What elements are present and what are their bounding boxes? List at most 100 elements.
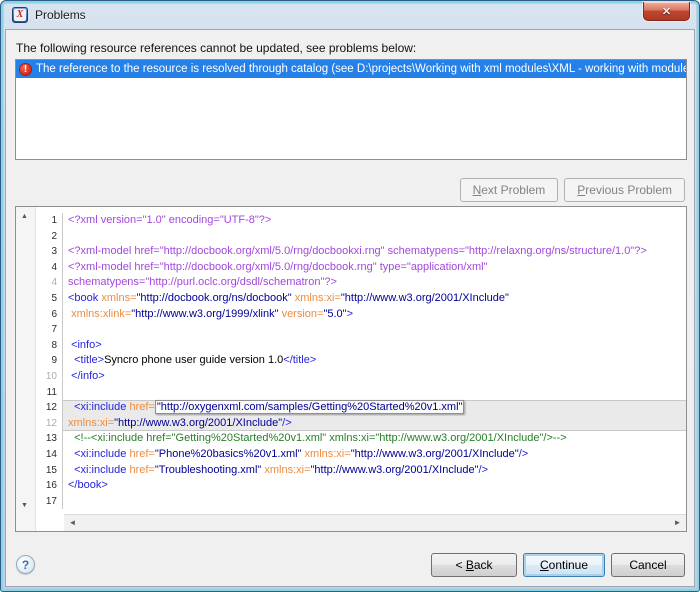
token-tag: <info> — [71, 339, 102, 351]
line-number: 15 — [37, 463, 63, 479]
titlebar[interactable]: X Problems ✕ — [1, 1, 699, 29]
editor-row[interactable]: 11 — [37, 385, 686, 401]
token-pi: schematypens="http://purl.oclc.org/dsdl/… — [68, 276, 337, 288]
editor-row[interactable]: 15 <xi:include href="Troubleshooting.xml… — [37, 463, 686, 479]
scroll-right-icon[interactable]: ► — [669, 515, 686, 531]
editor-fold-gutter: ▲ ▼ — [16, 207, 36, 531]
token-val: "Phone%20basics%20v1.xml" — [155, 448, 302, 460]
continue-button[interactable]: Continue — [523, 553, 605, 577]
code-line: schematypens="http://purl.oclc.org/dsdl/… — [63, 275, 686, 291]
editor-row[interactable]: 17 — [37, 494, 686, 510]
token-tag: /> — [519, 448, 528, 460]
error-icon: ! — [19, 63, 32, 76]
token-tag: <book — [68, 292, 101, 304]
editor-row[interactable]: 3 <?xml-model href="http://docbook.org/xm… — [37, 244, 686, 260]
close-button[interactable]: ✕ — [643, 2, 690, 21]
xml-source-editor[interactable]: ▲ ▼ 1<?xml version="1.0" encoding="UTF-8… — [15, 206, 687, 532]
editor-row[interactable]: 8 <info> — [37, 338, 686, 354]
scroll-left-icon[interactable]: ◄ — [64, 515, 81, 531]
line-number: 9 — [37, 353, 63, 369]
oxygen-app-icon: X — [12, 7, 28, 23]
next-problem-button[interactable]: Next Problem — [460, 178, 559, 202]
line-number: 8 — [37, 338, 63, 354]
line-number: 16 — [37, 478, 63, 494]
editor-row[interactable]: 9 <title>Syncro phone user guide version… — [37, 353, 686, 369]
line-number: 4 — [37, 260, 63, 276]
help-icon[interactable]: ? — [16, 555, 35, 574]
editor-row[interactable]: 6 xmlns:xlink="http://www.w3.org/1999/xl… — [37, 307, 686, 323]
code-line: <info> — [63, 338, 686, 354]
line-number: 3 — [37, 244, 63, 260]
line-number: 11 — [37, 385, 63, 401]
token-tag: /> — [479, 464, 488, 476]
token-attr: href= — [129, 448, 154, 460]
footer-bar: ? < Back Continue Cancel — [15, 553, 685, 577]
editor-row[interactable]: 16 </book> — [37, 478, 686, 494]
token-tag: </book> — [68, 479, 108, 491]
token-tag: </info> — [71, 370, 105, 382]
previous-problem-button[interactable]: Previous Problem — [564, 178, 685, 202]
token-tag: <title> — [74, 354, 104, 366]
line-number: 6 — [37, 307, 63, 323]
token-attr: xmlns:xlink= — [71, 308, 131, 320]
token-attr: version= — [282, 308, 324, 320]
problems-dialog: X Problems ✕ The following resource refe… — [0, 0, 700, 592]
line-number: 2 — [37, 229, 63, 245]
editor-row[interactable]: 1<?xml version="1.0" encoding="UTF-8"?> — [37, 213, 686, 229]
horizontal-scrollbar[interactable]: ◄ ► — [64, 514, 686, 531]
token-tag: <xi:include — [74, 448, 129, 460]
editor-row[interactable]: 12 <xi:include href="http://oxygenxml.co… — [37, 400, 686, 416]
code-line: <title>Syncro phone user guide version 1… — [63, 353, 686, 369]
code-line: <book xmlns="http://docbook.org/ns/docbo… — [63, 291, 686, 307]
line-number: 10 — [37, 369, 63, 385]
token-attr: xmlns:xi= — [305, 448, 351, 460]
editor-row[interactable]: 10 </info> — [37, 369, 686, 385]
token-val: "http://www.w3.org/2001/XInclude" — [311, 464, 479, 476]
fold-collapse-bottom-icon[interactable]: ▼ — [21, 502, 28, 509]
code-line: </book> — [63, 478, 686, 494]
code-line: <xi:include href="Troubleshooting.xml" x… — [63, 463, 686, 479]
line-number: 17 — [37, 494, 63, 510]
line-number: 12 — [37, 400, 63, 416]
code-line — [63, 385, 686, 401]
token-tag: /> — [282, 417, 291, 429]
token-attr: xmlns:xi= — [264, 464, 310, 476]
token-tag: </title> — [283, 354, 316, 366]
token-attr: xmlns:xi= — [68, 417, 114, 429]
back-button[interactable]: < Back — [431, 553, 517, 577]
editor-row[interactable]: 4 schematypens="http://purl.oclc.org/dsdl… — [37, 275, 686, 291]
code-line: xmlns:xi="http://www.w3.org/2001/XInclud… — [63, 416, 686, 432]
line-number: 13 — [37, 431, 63, 447]
code-line — [63, 229, 686, 245]
editor-row[interactable]: 7 — [37, 322, 686, 338]
problem-nav-buttons: Next Problem Previous Problem — [460, 178, 685, 202]
editor-row[interactable]: 4 <?xml-model href="http://docbook.org/xm… — [37, 260, 686, 276]
token-val: "http://www.w3.org/2001/XInclude" — [114, 417, 282, 429]
token-tag: <xi:include — [74, 401, 129, 413]
token-txt: Syncro phone user guide version 1.0 — [104, 354, 283, 366]
cancel-button[interactable]: Cancel — [611, 553, 685, 577]
oxygen-x-glyph: X — [14, 9, 26, 21]
code-line: <?xml-model href="http://docbook.org/xml… — [63, 260, 686, 276]
token-val: "5.0" — [323, 308, 346, 320]
editor-row[interactable]: 5<book xmlns="http://docbook.org/ns/docb… — [37, 291, 686, 307]
token-attr: xmlns:xi= — [295, 292, 341, 304]
problem-list-item[interactable]: ! The reference to the resource is resol… — [16, 60, 686, 78]
token-val: "Troubleshooting.xml" — [155, 464, 261, 476]
code-line — [63, 322, 686, 338]
token-attr: href= — [129, 464, 154, 476]
editor-row[interactable]: 14 <xi:include href="Phone%20basics%20v1… — [37, 447, 686, 463]
code-line: <xi:include href="http://oxygenxml.com/s… — [63, 400, 686, 416]
editor-row[interactable]: 2 — [37, 229, 686, 245]
window-title: Problems — [35, 8, 86, 22]
line-number: 14 — [37, 447, 63, 463]
editor-row[interactable]: 12xmlns:xi="http://www.w3.org/2001/XIncl… — [37, 416, 686, 432]
token-pi: <?xml-model href="http://docbook.org/xml… — [68, 245, 647, 257]
line-number: 4 — [37, 275, 63, 291]
token-tag: <xi:include — [74, 464, 129, 476]
problem-text: The reference to the resource is resolve… — [36, 63, 687, 75]
token-val: "http://www.w3.org/2001/XInclude" — [341, 292, 509, 304]
token-pi: <?xml-model href="http://docbook.org/xml… — [68, 261, 487, 273]
fold-collapse-top-icon[interactable]: ▲ — [21, 213, 28, 220]
editor-row[interactable]: 13 <!--<xi:include href="Getting%20Start… — [37, 431, 686, 447]
